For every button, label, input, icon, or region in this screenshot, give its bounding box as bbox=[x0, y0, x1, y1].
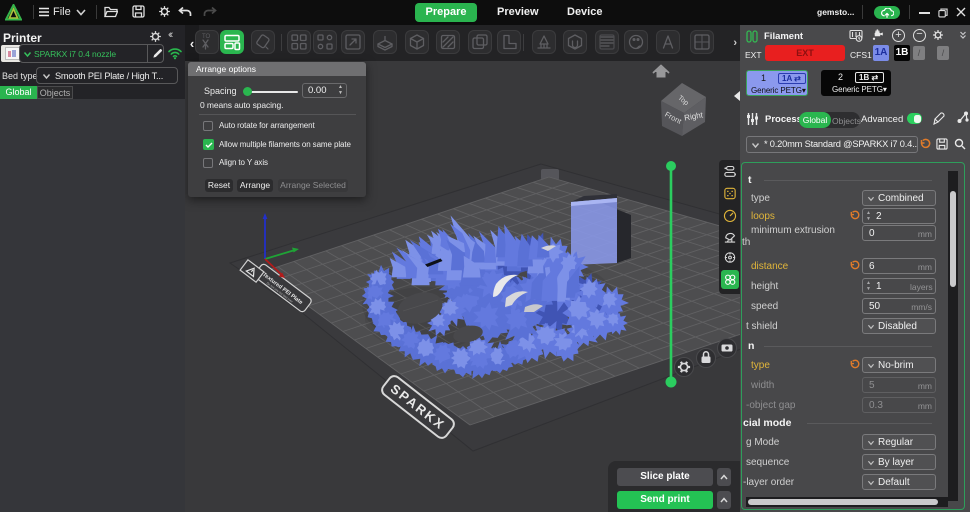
svg-text:TO: TO bbox=[202, 34, 211, 40]
